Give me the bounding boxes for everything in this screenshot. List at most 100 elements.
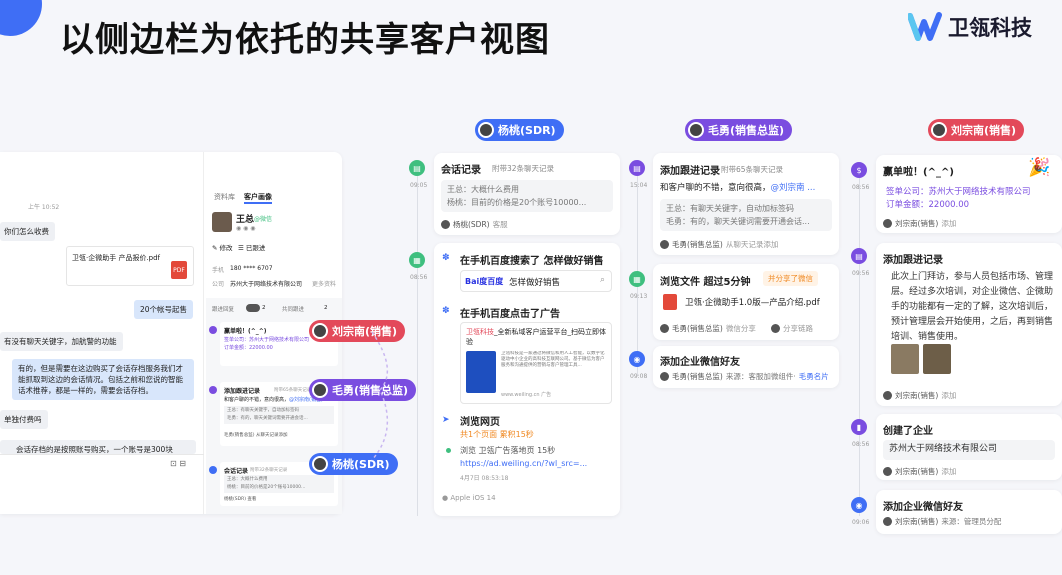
sales-ent-name: 苏州大于网络技术有限公司 [883, 440, 1055, 460]
role-pill-sdr-label: 杨桃(SDR) [498, 124, 556, 137]
deal-icon: $ [851, 162, 867, 178]
sales-ent-title: 创建了企业 [883, 426, 933, 437]
mgr-wx-card[interactable]: 添加企业微信好友 毛勇(销售总监) 来源：客服加微组件· 毛勇名片 [653, 346, 839, 388]
chat-file-card[interactable]: 卫瓴·企微助手 产品报价.pdf PDF [66, 246, 194, 286]
sales-avatar [312, 323, 328, 339]
sdr-browse-meta: 共1个页面 累积15秒 [460, 430, 534, 439]
sales-wechat-icon: ◉ [851, 497, 867, 513]
chat-toolbar-icon[interactable]: ⊡ ⊟ [170, 459, 186, 468]
role-pill-manager: 毛勇(销售总监) [685, 119, 793, 141]
photo-thumbnail-2[interactable] [923, 344, 951, 374]
sales-deal-amount: 订单金额：22000.00 [886, 200, 970, 210]
mini-avatars [246, 304, 260, 312]
chat-msg-reply: 有的，但是需要在这边购买了会话存档服务我们才能抓取到这边的会话情况。包括之前和您… [12, 359, 194, 400]
mini-conv-chat-line1: 王总：大概什么费用 [227, 477, 268, 482]
sdr-conv-sub: 附带32条聊天记录 [492, 164, 555, 173]
ad-card[interactable]: 卫瓴科技_全新私域客户运营平台_扫码立即体验 卫瓴科技是一家通过将微信和用人工智… [460, 322, 612, 404]
mini-conv-title: 会话记录 [224, 468, 249, 475]
sdr-time-1: 09:05 [410, 182, 428, 189]
mgr-follow-preview: 王总：有聊天关键字，自动加标签码 毛勇：有的，聊天关键词需要开通会话... [660, 199, 832, 231]
baidu-query: 怎样做好销售 [509, 278, 561, 288]
sdr-browse-url[interactable]: https://ad.weiling.cn/?wl_src=... [460, 459, 587, 468]
mgr-share-badge: 并分享了微信 [763, 271, 818, 286]
mgr-time-3: 09:08 [630, 373, 648, 380]
mini-follow-chat: 王总：有聊天关键字，自动加标签码 毛勇：有的，聊天关键词需要开通会话... [224, 406, 334, 424]
chat-record-icon: ▤ [409, 160, 425, 176]
sales-enterprise-card[interactable]: 创建了企业 苏州大于网络技术有限公司 刘宗南(销售) 添加 [876, 414, 1062, 480]
sales-wx-who: 刘宗南(销售) 来源：管理员分配 [883, 516, 1001, 527]
more-info-link[interactable]: 更多资料 [312, 279, 336, 288]
baidu-paw-icon: ✽ [442, 253, 450, 263]
sdr-activity-card[interactable]: ✽ 在手机百度搜索了 怎样做好销售 Bai度百度 怎样做好销售 ⌕ ✽ 在手机百… [434, 243, 620, 516]
tab-customer-profile[interactable]: 客户画像 [244, 192, 272, 204]
baidu-search-box[interactable]: Bai度百度 怎样做好销售 ⌕ [460, 270, 612, 292]
activity-icon: ▦ [409, 252, 425, 268]
browser-icon: ➤ [442, 415, 450, 425]
chat-msg-pay: 单独付费吗 [0, 410, 48, 429]
brand-logo: 卫瓴科技 [908, 12, 1032, 42]
mgr-file-name[interactable]: 卫瓴·企微助手1.0版—产品介绍.pdf [685, 296, 820, 308]
sales-deal-avatar [883, 219, 892, 228]
ad-site: www.weiling.cn 广告 [501, 392, 552, 398]
pdf-file-icon: PDF [171, 261, 187, 279]
role-pill-manager-label: 毛勇(销售总监) [708, 124, 785, 137]
sdr-conv-who: 杨桃(SDR) 客服 [441, 219, 508, 230]
connector-dashes [371, 331, 389, 461]
sdr-conv-card[interactable]: 会话记录 附带32条聊天记录 王总：大概什么费用 杨桃：目前的价格是20个账号1… [434, 153, 620, 235]
edit-button[interactable]: ✎ 修改 [212, 242, 233, 252]
mgr-file-title: 浏览文件 超过5分钟 [660, 277, 751, 288]
chat-msg-keywords: 有没有聊天关键字，加航警的功能 [0, 332, 123, 351]
sales-ent-who: 刘宗南(销售) 添加 [883, 466, 956, 477]
party-popper-icon: 🎉 [1028, 157, 1051, 178]
mgr-follow-sub: 附带65条聊天记录 [721, 165, 784, 174]
mgr-share-chain[interactable]: 分享链路 [771, 323, 813, 334]
sales-time-1: 08:56 [852, 184, 870, 191]
mgr-follow-line1: 王总：有聊天关键字，自动加标签码 [666, 204, 794, 213]
sales-deal-company: 签单公司：苏州大于网络技术有限公司 [886, 187, 1031, 197]
sales-follow-card[interactable]: 添加跟进记录 此次上门拜访，参与人员包括市场、管理层。经过多次培训，对企业微信、… [876, 243, 1062, 406]
enterprise-icon: ▮ [851, 419, 867, 435]
sales-time-2: 09:56 [852, 270, 870, 277]
tab-profile-library[interactable]: 资料库 [214, 192, 235, 202]
sdr-browse-date: 4月7日 08:53:18 [460, 475, 509, 482]
chat-sidebar-screenshot: 上午 10:52 你们怎么收费 卫瓴·企微助手 产品报价.pdf PDF 20个… [0, 152, 342, 514]
sales-time-3: 08:56 [852, 441, 870, 448]
baidu-paw-icon-2: ✽ [442, 306, 450, 316]
mgr-time-1: 15:04 [630, 182, 648, 189]
sales-ent-avatar [883, 467, 892, 476]
file-browse-icon: ▦ [629, 271, 645, 287]
mini-followup-label: 跟进回复 [212, 307, 235, 313]
sales-deal-card[interactable]: 赢单啦！(^_^) 🎉 签单公司：苏州大于网络技术有限公司 订单金额：22000… [876, 155, 1062, 233]
corner-decoration [0, 0, 42, 36]
sdr-device: ● Apple iOS 14 [442, 494, 496, 502]
sales-wx-card[interactable]: 添加企业微信好友 刘宗南(销售) 来源：管理员分配 [876, 490, 1062, 534]
mini-follow-sub: 附带65条聊天记录 [274, 388, 312, 393]
mgr-follow-line2: 毛勇：有的，聊天关键词需要开通会话... [666, 217, 810, 226]
role-pill-sdr: 杨桃(SDR) [475, 119, 564, 141]
manager-avatar [312, 382, 328, 398]
follow-record-icon: ▤ [629, 160, 645, 176]
mini-conv-sub: 附带32条聊天记录 [250, 468, 288, 473]
role-pill-sales: 刘宗南(销售) [928, 119, 1025, 141]
timeline-line-sdr [417, 176, 418, 516]
sales-deal-title: 赢单啦！(^_^) [883, 167, 954, 178]
logo-text: 卫瓴科技 [948, 16, 1032, 40]
photo-thumbnail-1[interactable] [891, 344, 919, 374]
company-label: 公司 [212, 281, 225, 288]
ad-description: 卫瓴科技是一家通过将微信和用人工智能，以数字化驱动中小企业的高科技互联网公司。基… [501, 351, 605, 368]
mini-count2: 2 [324, 305, 328, 311]
chat-msg-accounts: 20个帐号起售 [134, 300, 194, 319]
mgr-follow-text: 和客户聊的不错，意向很高，@刘宗南 ... [660, 183, 816, 193]
sdr-browse-title: 浏览网页 [460, 417, 500, 428]
mgr-wx-who: 毛勇(销售总监) 来源：客服加微组件· 毛勇名片 [660, 371, 829, 382]
mini-follow-chat-line2: 毛勇：有的，聊天关键词需要开通会话... [227, 416, 308, 421]
sales-deal-who: 刘宗南(销售) 添加 [883, 218, 956, 229]
timeline-line-sales [859, 176, 860, 516]
role-sales-avatar [931, 122, 947, 138]
mini-conv-chat: 王总：大概什么费用 杨桃：目前的价格是20个账号10000... [224, 475, 334, 493]
customer-labels: ◉ ◉ ◉ [236, 225, 256, 232]
mgr-follow-card[interactable]: 添加跟进记录 附带65条聊天记录 和客户聊的不错，意向很高，@刘宗南 ... 王… [653, 153, 839, 255]
mgr-file-card[interactable]: 浏览文件 超过5分钟 并分享了微信 卫瓴·企微助手1.0版—产品介绍.pdf 毛… [653, 264, 839, 340]
mgr-wx-avatar [660, 372, 669, 381]
followed-button[interactable]: ☰ 已跟进 [238, 242, 265, 252]
